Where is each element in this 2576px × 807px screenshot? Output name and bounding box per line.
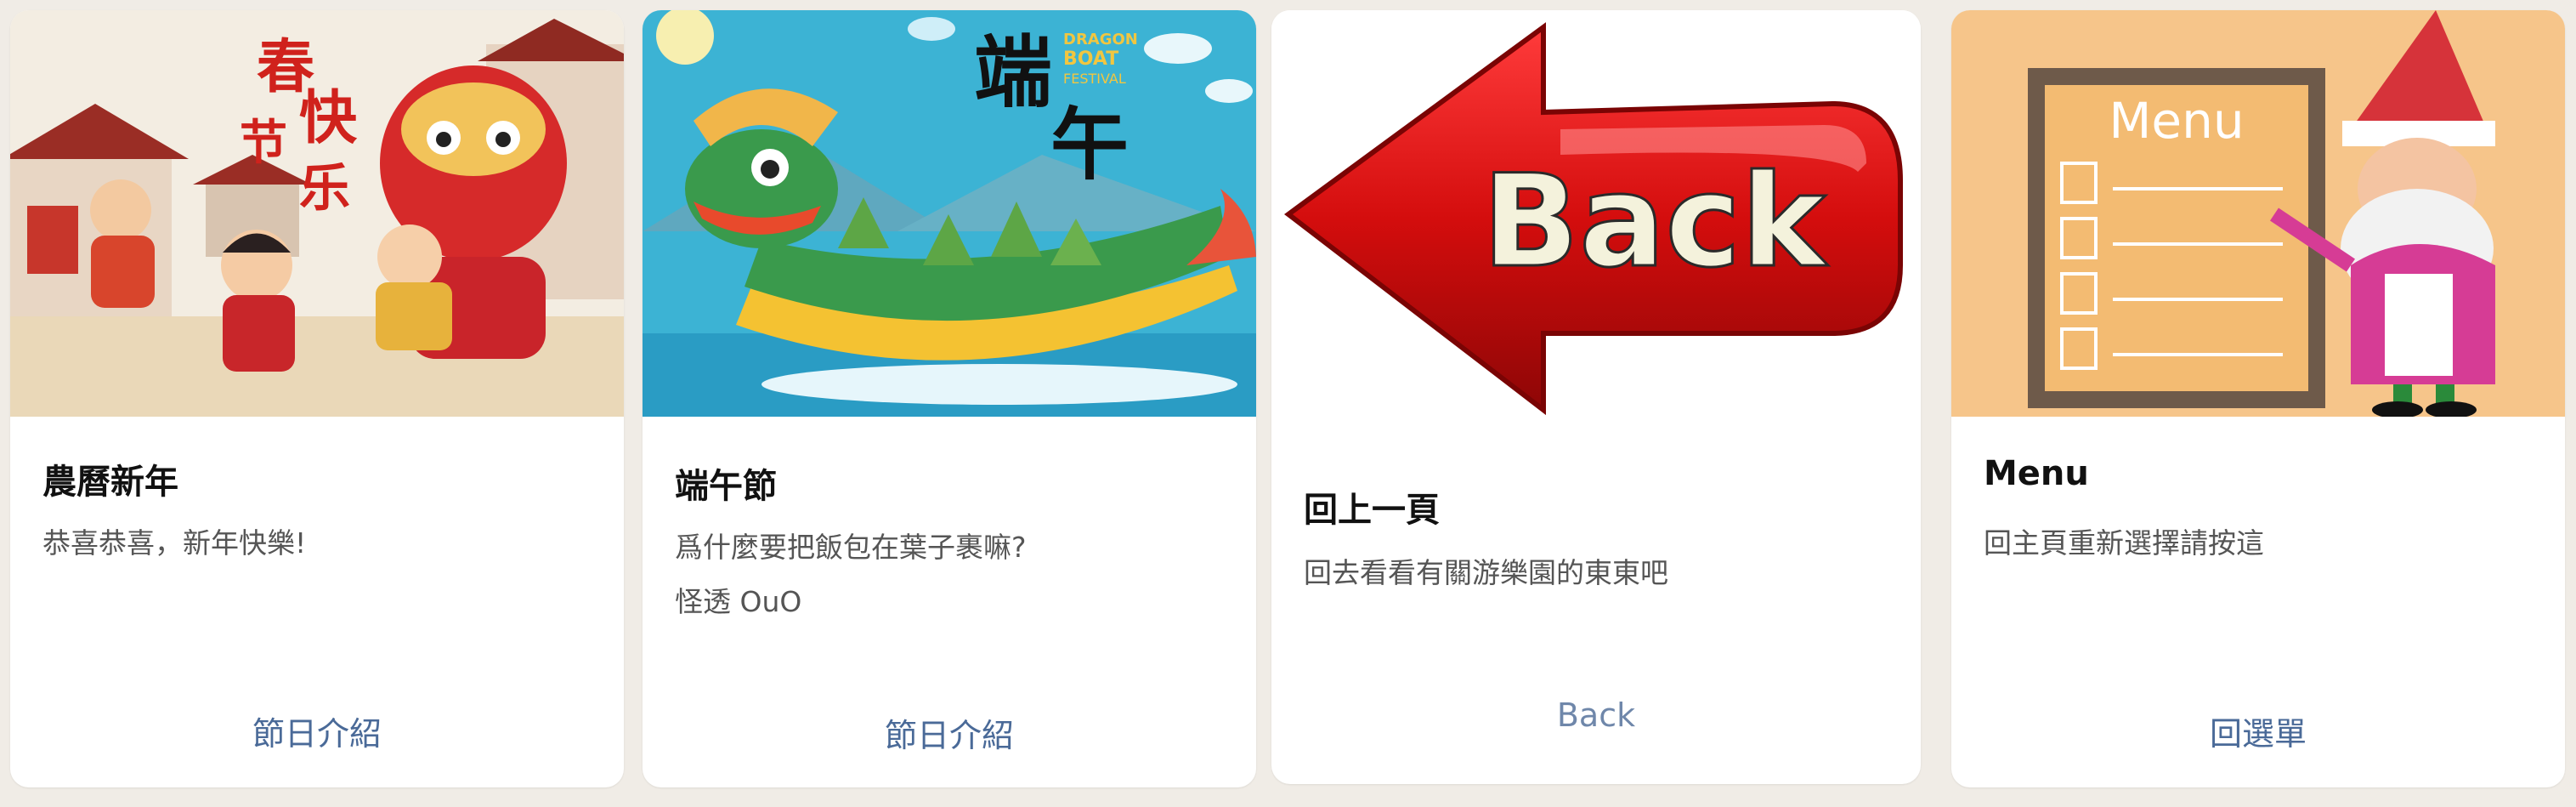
back-button[interactable]: Back [1271,696,1921,734]
big-char-wu: 午 [1050,99,1129,190]
card-description: 回主頁重新選擇請按這 [1984,526,2264,560]
calligraphy-jie: 节 [240,115,287,171]
calligraphy-kuai: 快 [299,84,358,152]
card-menu[interactable]: Menu Menu 回主頁重新選擇請按這 回選單 [1951,10,2565,787]
card-image-dragon-boat: 端 午 DRAGON BOAT FESTIVAL [643,10,1256,417]
banner-line-3: FESTIVAL [1063,71,1126,87]
card-description: 恭喜恭喜，新年快樂! [42,526,307,560]
card-back[interactable]: Back 回上一頁 回去看看有關游樂園的東東吧 Back [1271,10,1921,784]
board-menu-text: Menu [2109,92,2244,150]
card-chinese-new-year[interactable]: 春 快 节 乐 農曆新年 恭喜恭喜，新年快樂! 節日介紹 [10,10,624,787]
calligraphy-le: 乐 [299,159,350,219]
banner-line-1: DRAGON [1063,31,1138,48]
card-image-lion-dance: 春 快 节 乐 [10,10,624,417]
card-title: 端午節 [675,467,777,506]
festival-intro-button[interactable]: 節日介紹 [10,708,624,754]
card-dragon-boat[interactable]: 端 午 DRAGON BOAT FESTIVAL 端午節 爲什麼要把飯包在葉子裹… [643,10,1256,787]
festival-intro-button[interactable]: 節日介紹 [643,709,1256,756]
card-title: Menu [1984,454,2089,493]
card-title: 農曆新年 [42,463,178,502]
card-description: 回去看看有關游樂園的東東吧 [1304,556,1668,589]
back-sign-text: Back [1482,148,1828,296]
card-image-menu-chef: Menu [1951,10,2565,417]
big-char-duan: 端 [974,26,1052,118]
card-description: 爲什麼要把飯包在葉子裹嘛? 怪透 OuO [675,531,1027,618]
card-image-back-arrow: Back [1271,10,1921,452]
card-title: 回上一頁 [1304,491,1440,530]
banner-line-2: BOAT [1063,48,1118,70]
back-to-menu-button[interactable]: 回選單 [1951,708,2565,754]
